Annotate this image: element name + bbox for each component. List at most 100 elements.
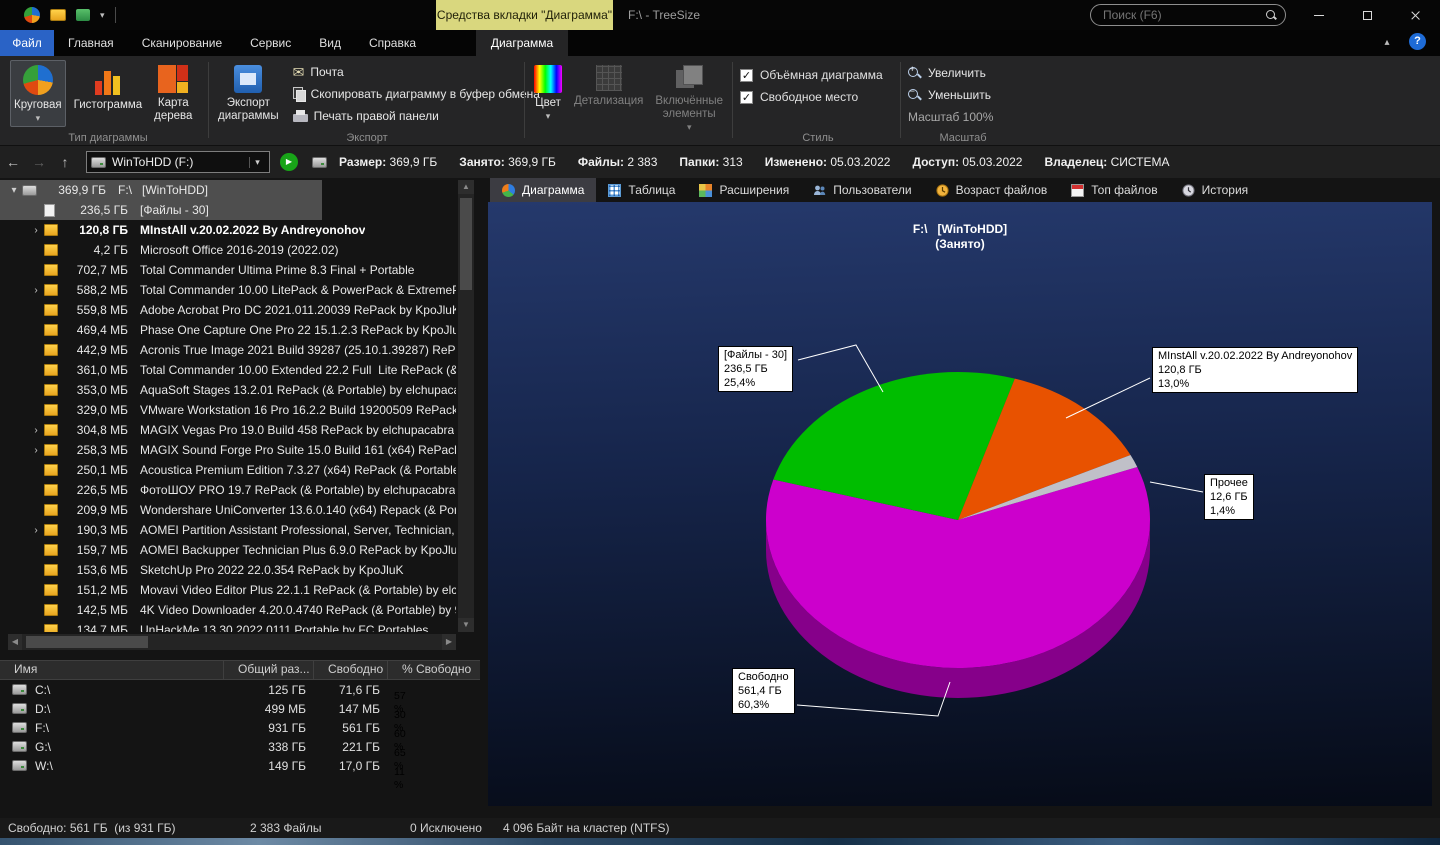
tab-table[interactable]: Таблица [596, 178, 687, 202]
drive-row[interactable]: C:\125 ГБ71,6 ГБ57 % [0, 680, 480, 699]
column-header-free[interactable]: Свободно [314, 660, 388, 680]
tab-file[interactable]: Файл [0, 30, 54, 56]
search-input[interactable] [1103, 8, 1266, 22]
search-icon[interactable] [1266, 10, 1277, 21]
tab-users[interactable]: Пользователи [801, 178, 923, 202]
item-name: Total Commander 10.00 LitePack & PowerPa… [140, 283, 456, 297]
tree-horizontal-scrollbar[interactable]: ◀ ▶ [8, 634, 456, 650]
tree-row[interactable]: 559,8 МБAdobe Acrobat Pro DC 2021.011.20… [0, 300, 456, 320]
drive-row[interactable]: G:\338 ГБ221 ГБ65 % [0, 737, 480, 756]
expand-icon[interactable]: › [28, 425, 44, 436]
tree-row[interactable]: 469,4 МБPhase One Capture One Pro 22 15.… [0, 320, 456, 340]
item-name: Microsoft Office 2016-2019 (2022.02) [140, 243, 339, 257]
tab-history[interactable]: История [1170, 178, 1261, 202]
tree-row[interactable]: ›190,3 МБAOMEI Partition Assistant Profe… [0, 520, 456, 540]
tab-home[interactable]: Главная [54, 30, 128, 56]
tab-extensions[interactable]: Расширения [687, 178, 801, 202]
tree-row[interactable]: ›304,8 МБMAGIX Vegas Pro 19.0 Build 458 … [0, 420, 456, 440]
tab-file-age[interactable]: Возраст файлов [924, 178, 1060, 202]
print-right-panel-button[interactable]: Печать правой панели [293, 106, 540, 126]
scan-stat: Владелец: СИСТЕМА [1044, 155, 1169, 169]
expand-icon[interactable]: › [28, 445, 44, 456]
forward-icon[interactable]: → [26, 154, 52, 170]
tree-vertical-scrollbar[interactable]: ▲ ▼ [458, 180, 474, 632]
drive-row[interactable]: F:\931 ГБ561 ГБ60 % [0, 718, 480, 737]
drive-row[interactable]: W:\149 ГБ17,0 ГБ11 % [0, 756, 480, 775]
back-icon[interactable]: ← [0, 154, 26, 170]
tree-row[interactable]: 361,0 МБTotal Commander 10.00 Extended 2… [0, 360, 456, 380]
column-header-percent[interactable]: % Свободно [388, 660, 478, 680]
tree-row[interactable]: 4,2 ГБMicrosoft Office 2016-2019 (2022.0… [0, 240, 456, 260]
tree-row[interactable]: ▾369,9 ГБF:\ [WinToHDD] [0, 180, 456, 200]
expand-icon[interactable]: › [28, 225, 44, 236]
start-scan-button[interactable]: ▶ [280, 153, 298, 171]
export-chart-button[interactable]: Экспорт диаграммы [214, 60, 283, 126]
drive-row[interactable]: D:\499 МБ147 МБ30 % [0, 699, 480, 718]
maximize-button[interactable] [1344, 0, 1390, 30]
tree-row[interactable]: 702,7 МБTotal Commander Ultima Prime 8.3… [0, 260, 456, 280]
column-header-name[interactable]: Имя [0, 660, 224, 680]
tree-row[interactable]: 159,7 МБAOMEI Backupper Technician Plus … [0, 540, 456, 560]
tree-row[interactable]: 236,5 ГБ[Файлы - 30] [0, 200, 456, 220]
copy-chart-button[interactable]: Скопировать диаграмму в буфер обмена [293, 84, 540, 104]
tab-scan[interactable]: Сканирование [128, 30, 236, 56]
open-folder-icon[interactable] [50, 9, 66, 21]
pie-chart-button[interactable]: Круговая ▾ [10, 60, 66, 127]
scroll-right-icon[interactable]: ▶ [442, 634, 456, 650]
tab-diagram[interactable]: Диаграмма [490, 178, 596, 202]
zoom-level[interactable]: Масштаб 100% [908, 106, 1018, 128]
scroll-down-icon[interactable]: ▼ [458, 618, 474, 632]
tree-row[interactable]: 353,0 МБAquaSoft Stages 13.2.01 RePack (… [0, 380, 456, 400]
close-button[interactable] [1392, 0, 1438, 30]
zoom-out-button[interactable]: − Уменьшить [908, 84, 1018, 106]
tab-top-files[interactable]: Топ файлов [1059, 178, 1169, 202]
tree-row[interactable]: 250,1 МБAcoustica Premium Edition 7.3.27… [0, 460, 456, 480]
free-space-checkbox-row[interactable]: ✓ Свободное место [740, 86, 896, 108]
column-header-total[interactable]: Общий раз... [224, 660, 314, 680]
help-icon[interactable]: ? [1409, 33, 1426, 50]
expand-icon[interactable]: › [28, 525, 44, 536]
treemap-button[interactable]: Карта дерева [150, 60, 196, 127]
tree-row[interactable]: 151,2 МБMovavi Video Editor Plus 22.1.1 … [0, 580, 456, 600]
mail-button[interactable]: ✉ Почта [293, 62, 540, 82]
tree-row[interactable]: 134,7 МБUnHackMe 13.30.2022.0111 Portabl… [0, 620, 456, 632]
pie-chart[interactable] [488, 202, 1432, 806]
tree-row[interactable]: 142,5 МБ4K Video Downloader 4.20.0.4740 … [0, 600, 456, 620]
tree-row[interactable]: 153,6 МБSketchUp Pro 2022 22.0.354 RePac… [0, 560, 456, 580]
pie-dropdown-icon[interactable]: ▾ [36, 113, 41, 124]
tree-row[interactable]: 226,5 МБФотоШОУ PRO 19.7 RePack (& Porta… [0, 480, 456, 500]
tree-row[interactable]: 329,0 МБVMware Workstation 16 Pro 16.2.2… [0, 400, 456, 420]
tab-service[interactable]: Сервис [236, 30, 305, 56]
item-size: 120,8 ГБ [64, 223, 128, 237]
tree-row[interactable]: ›120,8 ГБMInstAll v.20.02.2022 By Andrey… [0, 220, 456, 240]
tab-help[interactable]: Справка [355, 30, 430, 56]
tree-row[interactable]: 209,9 МБWondershare UniConverter 13.6.0.… [0, 500, 456, 520]
tree-row[interactable]: 442,9 МБAcronis True Image 2021 Build 39… [0, 340, 456, 360]
search-box[interactable] [1090, 4, 1286, 26]
collapse-icon[interactable]: ▾ [6, 185, 22, 196]
zoom-in-button[interactable]: + Увеличить [908, 62, 1018, 84]
scroll-up-icon[interactable]: ▲ [458, 180, 474, 194]
tab-chart[interactable]: Диаграмма [476, 30, 568, 56]
quick-access-dropdown-icon[interactable]: ▾ [100, 10, 105, 21]
quick-chart-icon[interactable] [76, 9, 90, 21]
drive-selector[interactable]: WinToHDD (F:) ▾ [86, 151, 270, 173]
up-icon[interactable]: ↑ [52, 154, 78, 170]
histogram-button[interactable]: Гистограмма [70, 60, 146, 127]
scroll-left-icon[interactable]: ◀ [8, 634, 22, 650]
tree-row[interactable]: ›588,2 МБTotal Commander 10.00 LitePack … [0, 280, 456, 300]
minimize-button[interactable] [1296, 0, 1342, 30]
volume-chart-checkbox[interactable]: ✓ [740, 69, 753, 82]
drive-selector-dropdown-icon[interactable]: ▾ [249, 157, 265, 168]
collapse-ribbon-icon[interactable]: ▴ [1376, 30, 1398, 56]
expand-icon[interactable]: › [28, 285, 44, 296]
tab-view[interactable]: Вид [305, 30, 355, 56]
free-space-checkbox[interactable]: ✓ [740, 91, 753, 104]
tree-hscroll-thumb[interactable] [26, 636, 148, 648]
volume-chart-checkbox-row[interactable]: ✓ Объёмная диаграмма [740, 64, 896, 86]
tree-vscroll-thumb[interactable] [460, 198, 472, 290]
pie-chart-panel[interactable]: F:\ [WinToHDD](Занято) [Файлы - 30]236,5… [488, 202, 1432, 806]
tree-row[interactable]: ›258,3 МБMAGIX Sound Forge Pro Suite 15.… [0, 440, 456, 460]
color-dropdown-icon[interactable]: ▾ [546, 111, 551, 122]
color-button[interactable]: Цвет ▾ [530, 60, 566, 136]
